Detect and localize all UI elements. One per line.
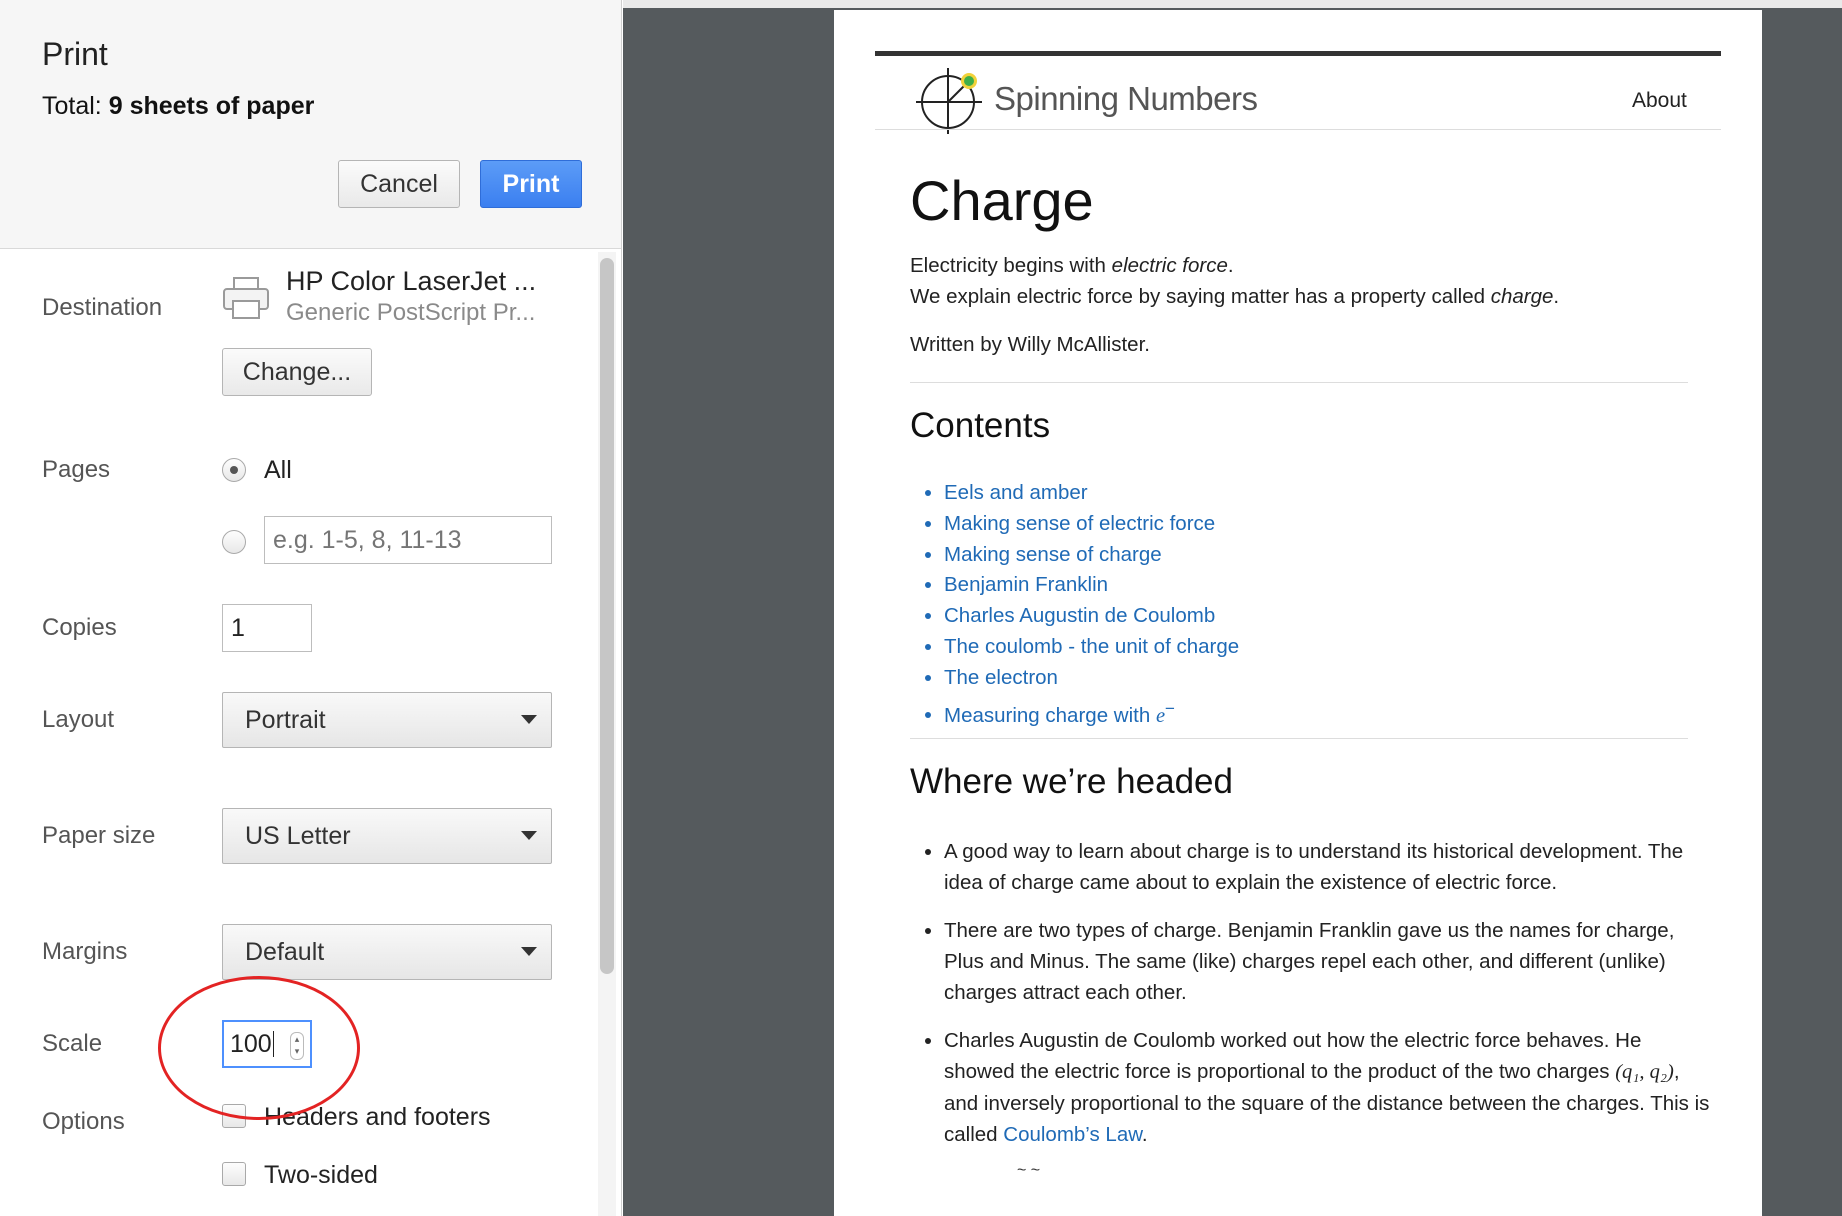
paper-size-select[interactable]: US Letter	[222, 808, 552, 864]
list-item[interactable]: The electron	[944, 663, 1239, 694]
contents-link[interactable]: The electron	[944, 666, 1058, 689]
about-link[interactable]: About	[1632, 89, 1687, 113]
intro-text: We explain electric force by saying matt…	[910, 285, 1491, 308]
print-title: Print	[42, 36, 108, 72]
cancel-button[interactable]: Cancel	[338, 160, 460, 208]
nav-divider	[875, 129, 1721, 130]
intro-line-2: We explain electric force by saying matt…	[910, 285, 1559, 309]
charges-math: (q₁, q₂)	[1615, 1061, 1674, 1083]
author-line: Written by Willy McAllister.	[910, 333, 1150, 356]
pages-all-radio[interactable]	[222, 458, 246, 482]
intro-text: .	[1227, 254, 1234, 277]
printer-icon	[223, 277, 269, 319]
sheet-total: Total: 9 sheets of paper	[42, 92, 314, 121]
contents-link[interactable]: Measuring charge with	[944, 703, 1156, 726]
spinning-numbers-logo-icon	[916, 68, 982, 134]
intro-text: .	[1553, 285, 1560, 308]
change-destination-button[interactable]: Change...	[222, 348, 372, 396]
intro-text: Electricity begins with	[910, 254, 1112, 277]
intro-line-1: Electricity begins with electric force.	[910, 254, 1234, 278]
margins-value: Default	[245, 937, 325, 966]
destination-label: Destination	[42, 294, 163, 321]
list-item[interactable]: Making sense of electric force	[944, 509, 1239, 540]
contents-link[interactable]: The coulomb - the unit of charge	[944, 635, 1239, 658]
preview-top-strip	[623, 0, 1842, 8]
pages-custom-radio[interactable]	[222, 530, 246, 554]
headed-heading: Where we’re headed	[910, 762, 1233, 801]
print-preview[interactable]: Spinning Numbers About Charge Electricit…	[623, 0, 1842, 1216]
dropdown-arrow-icon	[521, 715, 537, 724]
margins-label: Margins	[42, 938, 128, 965]
dropdown-arrow-icon	[521, 947, 537, 956]
intro-emphasis: charge	[1490, 285, 1554, 308]
destination-name: HP Color LaserJet ...	[286, 266, 537, 296]
layout-select[interactable]: Portrait	[222, 692, 552, 748]
intro-emphasis: electric force	[1111, 254, 1228, 277]
layout-label: Layout	[42, 706, 115, 733]
total-value: 9 sheets of paper	[108, 92, 315, 120]
copies-input[interactable]	[222, 604, 312, 652]
list-item: Charles Augustin de Coulomb worked out h…	[944, 1025, 1714, 1150]
list-item: There are two types of charge. Benjamin …	[944, 915, 1714, 1008]
contents-link[interactable]: Benjamin Franklin	[944, 573, 1108, 596]
pages-all-label: All	[264, 456, 292, 484]
list-item[interactable]: Benjamin Franklin	[944, 570, 1239, 601]
list-item[interactable]: Making sense of charge	[944, 540, 1239, 571]
settings-scrollbar-thumb[interactable]	[600, 258, 614, 974]
electron-symbol[interactable]: e	[1156, 704, 1165, 726]
list-item[interactable]: Eels and amber	[944, 478, 1239, 509]
section-divider	[910, 382, 1688, 383]
pages-label: Pages	[42, 456, 111, 483]
list-item[interactable]: Charles Augustin de Coulomb	[944, 601, 1239, 632]
contents-list: Eels and amber Making sense of electric …	[910, 478, 1239, 731]
paper-size-value: US Letter	[245, 821, 351, 850]
pages-range-input[interactable]	[264, 516, 552, 564]
cut-off-content: ~ ~	[1017, 1162, 1041, 1179]
print-settings-panel: Print Total: 9 sheets of paper Cancel Pr…	[0, 0, 622, 1216]
page-top-rule	[875, 51, 1721, 56]
preview-page: Spinning Numbers About Charge Electricit…	[834, 10, 1762, 1216]
contents-heading: Contents	[910, 406, 1051, 445]
layout-value: Portrait	[245, 705, 326, 734]
bullet-text: Charles Augustin de Coulomb worked out h…	[944, 1029, 1642, 1083]
list-item[interactable]: The coulomb - the unit of charge	[944, 632, 1239, 663]
electron-superscript: −	[1165, 698, 1176, 718]
list-item: A good way to learn about charge is to u…	[944, 836, 1714, 898]
contents-link[interactable]: Making sense of charge	[944, 543, 1162, 566]
two-sided-checkbox[interactable]	[222, 1162, 246, 1186]
overview-list: A good way to learn about charge is to u…	[910, 836, 1714, 1167]
print-header: Print Total: 9 sheets of paper Cancel Pr…	[0, 0, 621, 249]
coulombs-law-link[interactable]: Coulomb’s Law	[1003, 1123, 1142, 1146]
two-sided-label: Two-sided	[264, 1161, 378, 1189]
dropdown-arrow-icon	[521, 831, 537, 840]
bullet-text: .	[1141, 1123, 1148, 1146]
margins-select[interactable]: Default	[222, 924, 552, 980]
print-button[interactable]: Print	[480, 160, 582, 208]
destination-description: Generic PostScript Pr...	[286, 299, 536, 326]
list-item[interactable]: Measuring charge with e−	[944, 694, 1239, 732]
annotation-circle	[158, 976, 360, 1120]
brand-name: Spinning Numbers	[994, 80, 1258, 117]
contents-link[interactable]: Charles Augustin de Coulomb	[944, 604, 1215, 627]
scale-label: Scale	[42, 1030, 103, 1057]
contents-link[interactable]: Making sense of electric force	[944, 512, 1215, 535]
article-title: Charge	[910, 169, 1094, 232]
total-prefix: Total:	[42, 92, 102, 120]
section-divider	[910, 738, 1688, 739]
paper-size-label: Paper size	[42, 822, 156, 849]
contents-link[interactable]: Eels and amber	[944, 481, 1088, 504]
options-label: Options	[42, 1108, 125, 1135]
copies-label: Copies	[42, 614, 117, 641]
